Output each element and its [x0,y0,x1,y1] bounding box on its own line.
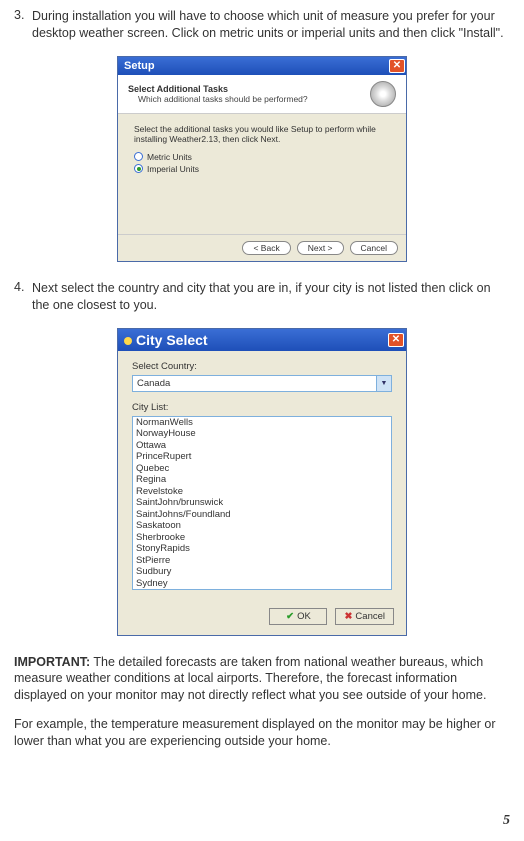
radio-metric-label: Metric Units [147,152,192,162]
list-item[interactable]: Terrace [133,589,391,590]
list-item[interactable]: PrinceRupert [133,451,391,463]
list-item[interactable]: Revelstoke [133,486,391,498]
city-listbox[interactable]: NormanWellsNorwayHouseOttawaPrinceRupert… [132,416,392,590]
list-item[interactable]: Regina [133,474,391,486]
next-button[interactable]: Next > [297,241,344,255]
cancel-button[interactable]: ✖Cancel [335,608,394,625]
radio-imperial-label: Imperial Units [147,164,199,174]
step-3-number: 3. [14,8,32,42]
list-item[interactable]: Sherbrooke [133,532,391,544]
app-icon [124,337,132,345]
list-item[interactable]: NorwayHouse [133,428,391,440]
close-icon[interactable]: ✕ [388,333,404,347]
cross-icon: ✖ [344,611,352,622]
city-title: City Select [136,332,208,348]
list-item[interactable]: StonyRapids [133,543,391,555]
country-value: Canada [133,378,376,389]
cancel-label: Cancel [355,611,385,622]
list-item[interactable]: Ottawa [133,440,391,452]
list-item[interactable]: Quebec [133,463,391,475]
list-item[interactable]: SaintJohn/brunswick [133,497,391,509]
ok-label: OK [297,611,311,622]
country-dropdown[interactable]: Canada ▼ [132,375,392,392]
back-button[interactable]: < Back [242,241,290,255]
radio-imperial[interactable]: Imperial Units [134,164,390,174]
setup-titlebar: Setup ✕ [118,57,406,75]
city-select-dialog: City Select ✕ Select Country: Canada ▼ C… [117,328,407,636]
important-paragraph: IMPORTANT: The detailed forecasts are ta… [14,654,510,705]
cancel-button[interactable]: Cancel [350,241,398,255]
setup-header-title: Select Additional Tasks [128,84,308,94]
list-item[interactable]: Saskatoon [133,520,391,532]
check-icon: ✔ [286,611,294,622]
step-3: 3. During installation you will have to … [14,8,510,42]
step-4-text: Next select the country and city that yo… [32,280,510,314]
setup-instruction: Select the additional tasks you would li… [134,124,390,144]
setup-header-sub: Which additional tasks should be perform… [138,94,308,104]
list-item[interactable]: Sudbury [133,566,391,578]
setup-header: Select Additional Tasks Which additional… [118,75,406,114]
radio-icon [134,164,143,173]
radio-metric[interactable]: Metric Units [134,152,390,162]
radio-icon [134,152,143,161]
ok-button[interactable]: ✔OK [269,608,327,625]
important-label: IMPORTANT: [14,655,90,669]
list-item[interactable]: NormanWells [133,417,391,429]
setup-title: Setup [124,60,155,72]
country-label: Select Country: [132,361,392,372]
example-paragraph: For example, the temperature measurement… [14,716,510,750]
list-item[interactable]: Sydney [133,578,391,590]
city-titlebar: City Select ✕ [118,329,406,351]
chevron-down-icon[interactable]: ▼ [376,376,391,391]
page-number: 5 [503,813,510,829]
step-4-number: 4. [14,280,32,314]
close-icon[interactable]: ✕ [389,59,405,73]
list-item[interactable]: StPierre [133,555,391,567]
city-list-label: City List: [132,402,392,413]
setup-dialog: Setup ✕ Select Additional Tasks Which ad… [117,56,407,262]
step-4: 4. Next select the country and city that… [14,280,510,314]
list-item[interactable]: SaintJohns/Foundland [133,509,391,521]
cd-icon [370,81,396,107]
step-3-text: During installation you will have to cho… [32,8,510,42]
